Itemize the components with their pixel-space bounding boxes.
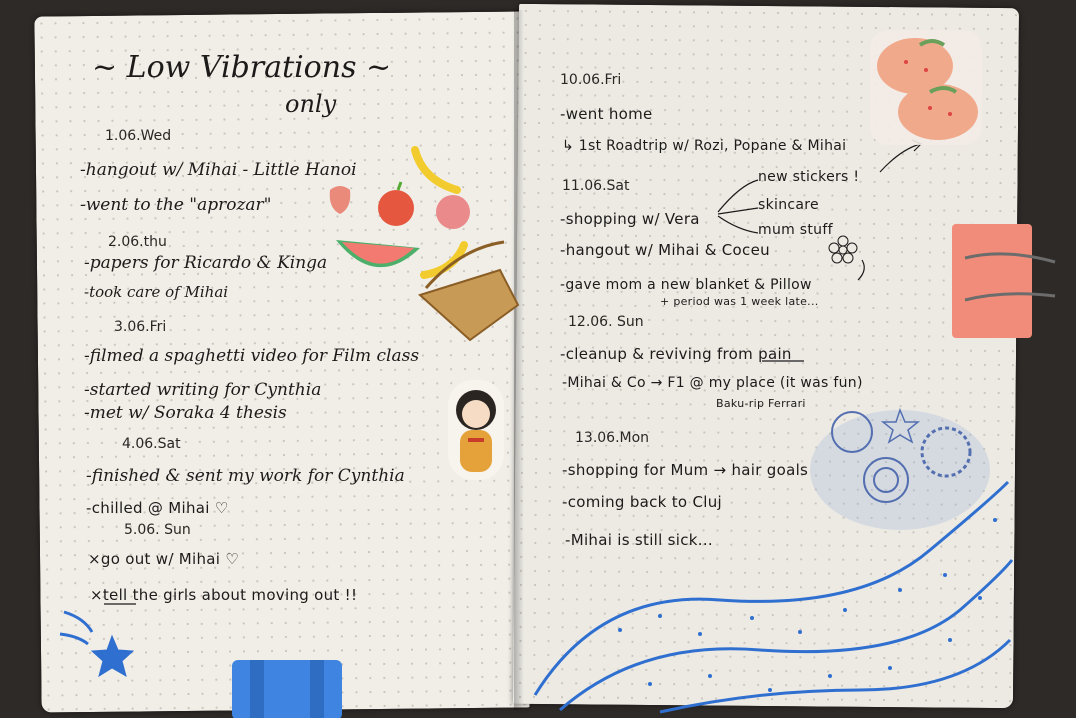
day-date: 2.06.thu [108,234,167,250]
day-date: 4.06.Sat [122,436,181,452]
page-title: ~ Low Vibrations ~ [92,50,392,85]
list-item: ×tell the girls about moving out !! [90,586,358,604]
list-item: -papers for Ricardo & Kinga [84,253,328,273]
branch-label: mum stuff [758,222,833,238]
list-item: -cleanup & reviving from pain [560,345,792,363]
list-item: -met w/ Soraka 4 thesis [84,403,287,423]
note: + period was 1 week late... [660,295,819,308]
list-item: -Mihai is still sick... [565,531,713,549]
day-date: 12.06. Sun [568,314,644,330]
day-date: 5.06. Sun [124,522,191,538]
list-item: ↳ 1st Roadtrip w/ Rozi, Popane & Mihai [562,138,847,154]
list-item: -went to the "aprozar" [80,195,272,215]
journal-spread: ~ Low Vibrations ~ only 1.06.Wed -hangou… [0,0,1076,718]
day-date: 10.06.Fri [560,72,622,88]
page-subtitle: only [285,90,337,118]
day-date: 11.06.Sat [562,178,630,194]
list-item: -shopping for Mum → hair goals [562,461,809,479]
day-date: 13.06.Mon [575,430,650,446]
book-gutter [514,10,524,710]
list-item: -filmed a spaghetti video for Film class [84,346,420,366]
note: Baku-rip Ferrari [716,397,806,410]
list-item: -went home [560,105,653,123]
day-date: 3.06.Fri [114,319,167,335]
list-item: -Mihai & Co → F1 @ my place (it was fun) [562,375,863,391]
list-item: -shopping w/ Vera [560,210,700,228]
list-item: -coming back to Cluj [562,493,722,511]
list-item: -finished & sent my work for Cynthia [86,466,405,486]
list-item: -chilled @ Mihai ♡ [86,499,229,517]
branch-label: new stickers ! [758,169,860,185]
list-item: -hangout w/ Mihai & Coceu [560,241,770,259]
list-item: -took care of Mihai [84,283,229,301]
branch-label: skincare [758,197,819,213]
day-date: 1.06.Wed [105,128,172,144]
list-item: -hangout w/ Mihai - Little Hanoi [80,160,357,180]
list-item: -started writing for Cynthia [84,380,322,400]
list-item: ×go out w/ Mihai ♡ [88,550,240,568]
